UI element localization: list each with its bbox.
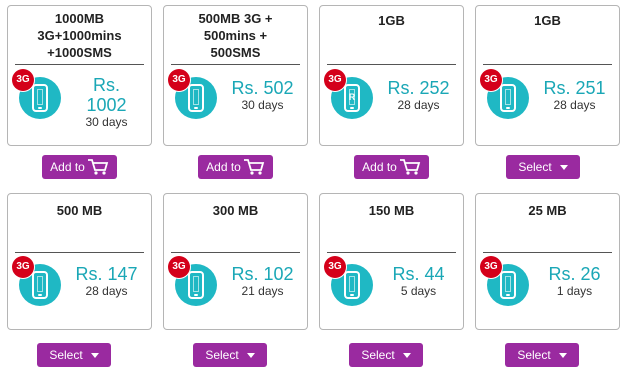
validity-days: 5 days	[400, 284, 437, 298]
mobile-phone-icon	[188, 271, 204, 299]
package-title: 1GB	[534, 12, 561, 28]
package-icon: 3G	[168, 256, 218, 308]
cart-icon	[399, 159, 421, 175]
chevron-down-icon	[559, 164, 568, 170]
mobile-phone-icon	[32, 271, 48, 299]
3g-badge: 3G	[168, 69, 190, 91]
3g-badge: 3G	[480, 69, 502, 91]
select-button[interactable]: Select	[349, 343, 423, 367]
select-label: Select	[49, 348, 83, 362]
add-to-cart-button[interactable]: Add to	[198, 155, 273, 179]
price-amount: Rs. 102	[231, 264, 294, 284]
price-amount: Rs. 502	[231, 78, 294, 98]
package-card-3: 1GB R 3G Rs. 252 28 days	[319, 5, 464, 146]
validity-days: 28 days	[553, 98, 596, 112]
validity-days: 30 days	[241, 98, 284, 112]
package-icon: 3G	[480, 256, 530, 308]
price-block: Rs. 251 28 days	[534, 78, 615, 113]
mobile-phone-icon	[32, 84, 48, 112]
select-label: Select	[205, 348, 239, 362]
cart-icon	[87, 159, 109, 175]
card-divider	[171, 252, 300, 253]
add-to-cart-label: Add to	[50, 160, 85, 174]
package-card-5: 500 MB 3G Rs. 147 28 days	[7, 193, 152, 330]
select-label: Select	[361, 348, 395, 362]
package-card-8: 25 MB 3G Rs. 26 1 days	[475, 193, 620, 330]
package-icon: 3G	[168, 69, 218, 121]
package-icon: 3G	[12, 69, 62, 121]
chevron-down-icon	[246, 352, 255, 358]
3g-badge: 3G	[12, 256, 34, 278]
package-title: 500 MB	[56, 202, 103, 218]
mobile-phone-icon	[344, 271, 360, 299]
package-title: 25 MB	[528, 202, 567, 218]
validity-days: 30 days	[85, 115, 128, 129]
validity-days: 28 days	[85, 284, 128, 298]
add-to-cart-button[interactable]: Add to	[42, 155, 117, 179]
card-divider	[15, 252, 144, 253]
package-card-2: 500MB 3G + 500mins + 500SMS 3G Rs. 502 3…	[163, 5, 308, 146]
phone-glyph: R	[348, 92, 356, 102]
price-block: Rs. 502 30 days	[222, 78, 303, 113]
add-to-cart-label: Add to	[206, 160, 241, 174]
price-block: Rs. 252 28 days	[378, 78, 459, 113]
3g-badge: 3G	[12, 69, 34, 91]
chevron-down-icon	[402, 352, 411, 358]
select-label: Select	[517, 348, 551, 362]
price-amount: Rs. 251	[543, 78, 606, 98]
select-button[interactable]: Select	[37, 343, 111, 367]
price-amount: 1002	[86, 95, 127, 115]
mobile-phone-r-icon: R	[344, 84, 360, 112]
package-title: 1000MB 3G+1000mins +1000SMS	[37, 10, 122, 60]
package-card-6: 300 MB 3G Rs. 102 21 days	[163, 193, 308, 330]
3g-badge: 3G	[324, 69, 346, 91]
select-label: Select	[518, 160, 552, 174]
package-title: 300 MB	[212, 202, 259, 218]
package-card-7: 150 MB 3G Rs. 44 5 days	[319, 193, 464, 330]
card-divider	[327, 64, 456, 65]
package-icon: 3G	[12, 256, 62, 308]
3g-badge: 3G	[168, 256, 190, 278]
package-title: 1GB	[378, 12, 405, 28]
mobile-phone-icon	[188, 84, 204, 112]
package-icon: 3G	[324, 256, 374, 308]
package-icon: 3G	[480, 69, 530, 121]
validity-days: 28 days	[397, 98, 440, 112]
price-amount: Rs. 252	[387, 78, 450, 98]
chevron-down-icon	[90, 352, 99, 358]
card-divider	[171, 64, 300, 65]
select-button[interactable]: Select	[506, 155, 580, 179]
price-block: Rs. 26 1 days	[534, 264, 615, 299]
3g-badge: 3G	[480, 256, 502, 278]
select-button[interactable]: Select	[505, 343, 579, 367]
mobile-phone-icon	[500, 84, 516, 112]
card-divider	[483, 64, 612, 65]
price-amount: Rs. 44	[392, 264, 445, 284]
price-block: Rs. 44 5 days	[378, 264, 459, 299]
package-card-4: 1GB 3G Rs. 251 28 days	[475, 5, 620, 146]
card-divider	[483, 252, 612, 253]
card-divider	[15, 64, 144, 65]
chevron-down-icon	[558, 352, 567, 358]
select-button[interactable]: Select	[193, 343, 267, 367]
card-divider	[327, 252, 456, 253]
package-title: 500MB 3G + 500mins + 500SMS	[198, 10, 273, 60]
validity-days: 1 days	[556, 284, 593, 298]
add-to-cart-label: Add to	[362, 160, 397, 174]
add-to-cart-button[interactable]: Add to	[354, 155, 429, 179]
price-amount: Rs. 26	[548, 264, 601, 284]
mobile-phone-icon	[500, 271, 516, 299]
package-icon: R 3G	[324, 69, 374, 121]
price-block: Rs. 147 28 days	[66, 264, 147, 299]
price-amount: Rs. 147	[75, 264, 138, 284]
price-currency: Rs.	[93, 75, 120, 95]
package-title: 150 MB	[368, 202, 415, 218]
package-card-1: 1000MB 3G+1000mins +1000SMS 3G Rs. 1002 …	[7, 5, 152, 146]
price-block: Rs. 1002 30 days	[66, 75, 147, 130]
cart-icon	[243, 159, 265, 175]
validity-days: 21 days	[241, 284, 284, 298]
price-block: Rs. 102 21 days	[222, 264, 303, 299]
3g-badge: 3G	[324, 256, 346, 278]
